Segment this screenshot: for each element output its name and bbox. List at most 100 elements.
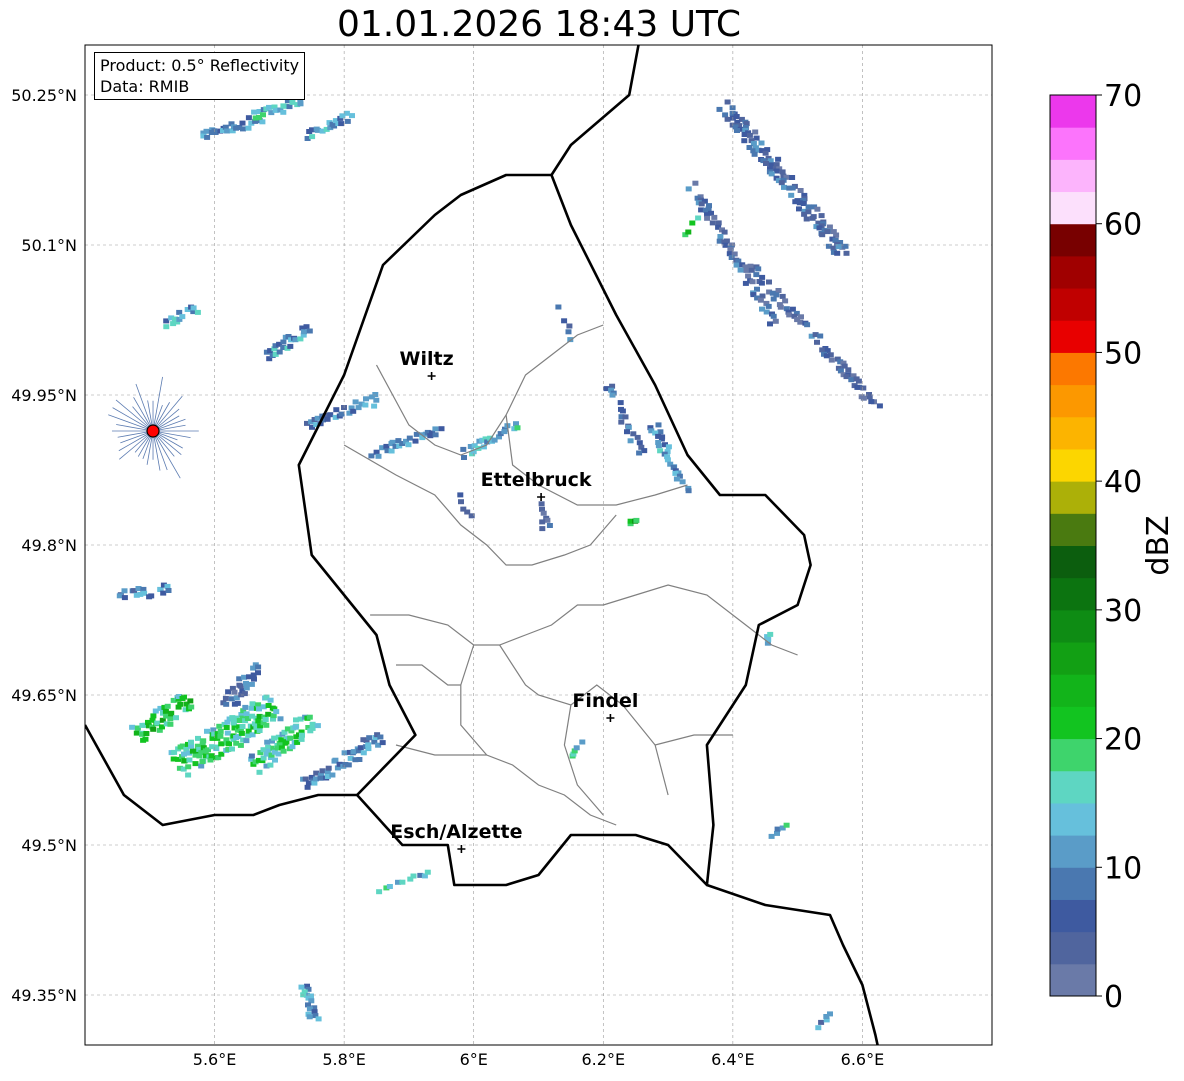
city-marker: Findel — [572, 690, 638, 722]
canton-boundary — [396, 664, 461, 686]
radar-echo — [116, 582, 172, 601]
colorbar-tick-label: 20 — [1104, 723, 1142, 758]
radar-echo — [764, 631, 774, 646]
colorbar-segment — [1050, 802, 1096, 836]
city-label: Findel — [572, 690, 638, 712]
city-label: Wiltz — [400, 348, 454, 370]
canton-boundary — [654, 734, 733, 746]
colorbar-tick-label: 0 — [1104, 980, 1123, 1015]
colorbar-tick-label: 50 — [1104, 336, 1142, 371]
colorbar-segment — [1050, 899, 1096, 933]
radar-echo — [304, 110, 355, 141]
lat-tick-label: 50.25°N — [11, 86, 77, 105]
colorbar-segment — [1050, 127, 1096, 160]
neighbor-border — [550, 45, 640, 176]
canton-boundary — [563, 704, 604, 816]
radar-echo — [647, 422, 692, 494]
colorbar-tick-label: 40 — [1104, 465, 1142, 500]
colorbar-segment — [1050, 416, 1096, 450]
colorbar-tick-label: 60 — [1104, 208, 1142, 243]
radar-echo — [376, 869, 431, 895]
canton-boundary — [375, 324, 604, 456]
canton-boundary — [460, 644, 617, 826]
radar-echo — [569, 739, 586, 759]
radar-echo — [129, 694, 195, 743]
graticule — [85, 45, 992, 1045]
canton-boundary — [505, 414, 688, 506]
radar-echo — [538, 501, 553, 532]
canton-boundary — [343, 444, 617, 566]
radar-echo — [627, 517, 640, 527]
lat-tick-label: 49.65°N — [11, 686, 77, 705]
colorbar-segment — [1050, 738, 1096, 772]
lon-tick-label: 6.2°E — [582, 1050, 626, 1069]
colorbar-segment — [1050, 159, 1096, 193]
colorbar-segment — [1050, 706, 1096, 740]
city-plus-icon — [606, 714, 615, 722]
colorbar-segment — [1050, 931, 1096, 965]
colorbar-segment — [1050, 95, 1096, 128]
canton-boundary — [370, 604, 604, 646]
lat-tick-label: 49.5°N — [21, 836, 77, 855]
colorbar-segment — [1050, 867, 1096, 900]
radar-echo — [163, 304, 201, 330]
lat-tick-label: 50.1°N — [21, 236, 77, 255]
canton-boundaries — [343, 324, 798, 826]
lon-tick-label: 5.8°E — [322, 1050, 366, 1069]
colorbar-tick-label: 30 — [1104, 594, 1142, 629]
lon-tick-label: 6.6°E — [841, 1050, 885, 1069]
city-label: Esch/Alzette — [390, 821, 522, 843]
radar-echo — [251, 96, 304, 121]
radar-site-icon — [146, 424, 160, 438]
radar-echo — [304, 392, 380, 430]
radar-echo — [685, 180, 779, 327]
colorbar-segment — [1050, 642, 1096, 675]
lat-tick-label: 49.8°N — [21, 536, 77, 555]
colorbar-segment — [1050, 191, 1096, 225]
city-marker: Esch/Alzette — [390, 821, 523, 853]
colorbar-segment — [1050, 288, 1096, 321]
radar-echo — [603, 383, 648, 456]
radar-echo — [555, 304, 574, 343]
axis-tick-labels: 5.6°E 5.8°E 6°E 6.2°E 6.4°E 6.6°E 50.25°N 50.1°… — [11, 86, 884, 1069]
canton-boundary — [395, 744, 487, 756]
city-plus-icon — [537, 493, 546, 501]
colorbar-tick-label: 70 — [1104, 79, 1142, 114]
colorbar-segment — [1050, 835, 1096, 868]
colorbar-segment — [1050, 352, 1096, 386]
colorbar-segment — [1050, 609, 1096, 643]
data-source-text: Data: RMIB — [100, 77, 190, 96]
colorbar-segment — [1050, 674, 1096, 707]
city-label: Ettelbruck — [481, 469, 592, 491]
city-marker: Ettelbruck — [481, 469, 592, 501]
product-text: Product: 0.5° Reflectivity — [100, 56, 300, 75]
radar-echo — [298, 983, 322, 1022]
lon-tick-label: 6°E — [460, 1050, 488, 1069]
lat-tick-label: 49.35°N — [11, 986, 77, 1005]
lat-tick-label: 49.95°N — [11, 386, 77, 405]
radar-echo — [768, 822, 790, 839]
radar-echo — [220, 662, 262, 707]
colorbar: 0 10 20 30 40 50 60 70 dBZ — [1049, 79, 1176, 1015]
radar-echo — [815, 1011, 833, 1031]
radar-echo — [300, 732, 386, 790]
map-svg: WiltzEttelbruckFindelEsch/Alzette 5.6°E 5… — [11, 44, 1176, 1069]
colorbar-segment — [1050, 255, 1096, 289]
radar-echo — [716, 99, 850, 256]
radar-echo — [263, 324, 313, 362]
city-marker: Wiltz — [400, 348, 454, 380]
radar-figure: 01.01.2026 18:43 UTC Wiltz Ettelbruck Find… — [0, 0, 1184, 1081]
lon-tick-label: 6.4°E — [711, 1050, 755, 1069]
city-plus-icon — [457, 845, 466, 853]
radar-site-layer — [108, 376, 199, 479]
colorbar-tick-label: 10 — [1104, 851, 1142, 886]
city-plus-icon — [427, 372, 436, 380]
colorbar-segment — [1050, 963, 1096, 997]
colorbar-segment — [1050, 513, 1096, 546]
radar-echo — [368, 426, 445, 459]
colorbar-segment — [1050, 448, 1096, 482]
colorbar-label: dBZ — [1141, 515, 1176, 575]
colorbar-segment — [1050, 545, 1096, 579]
colorbar-segment — [1050, 481, 1096, 514]
info-box: Product: 0.5° Reflectivity Data: RMIB — [94, 52, 306, 100]
